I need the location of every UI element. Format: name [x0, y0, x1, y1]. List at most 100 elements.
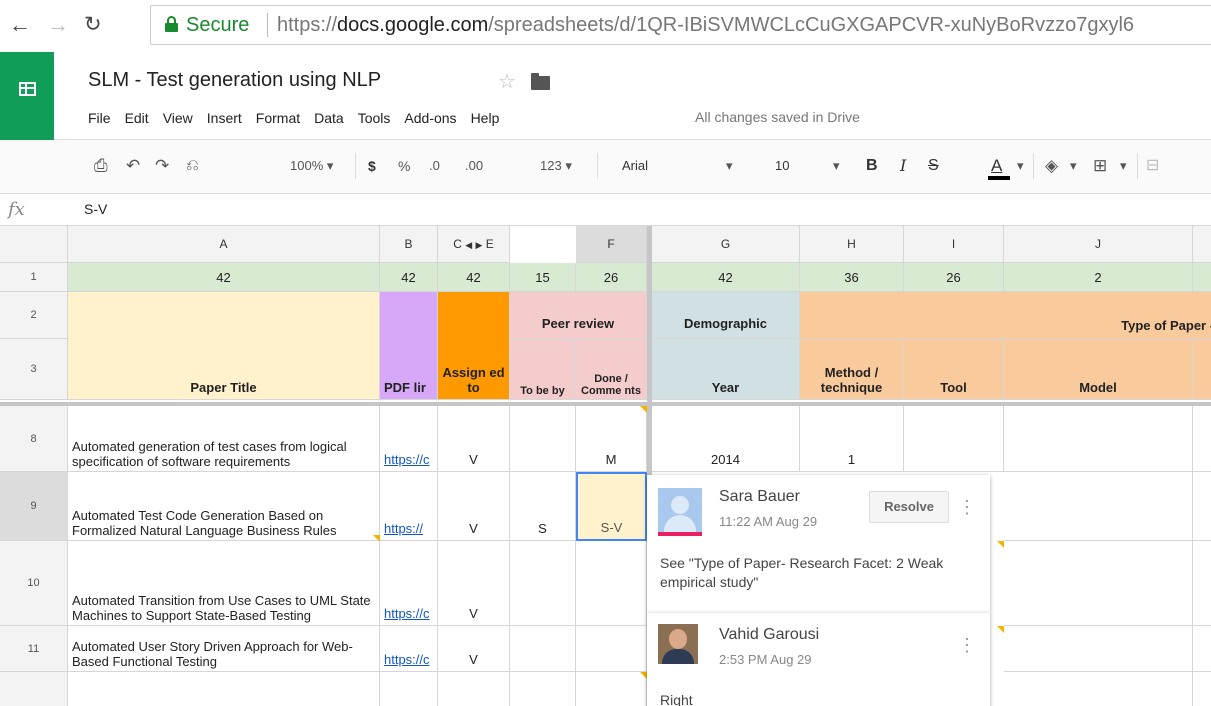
chevron-down-icon[interactable]: ▾ [1120, 157, 1127, 175]
cell-empty[interactable] [510, 672, 576, 706]
column-header-c[interactable]: C ◀ ▶ E [438, 226, 510, 263]
cell-a1[interactable]: 42 [68, 263, 380, 292]
cell-i1[interactable]: 26 [904, 263, 1004, 292]
cell-empty[interactable] [1193, 672, 1211, 706]
chevron-down-icon[interactable]: ▾ [1070, 157, 1077, 175]
cell-c1[interactable]: 42 [438, 263, 510, 292]
cell-k[interactable] [1193, 626, 1211, 672]
url-field[interactable]: Secure https://docs.google.com/spreadshe… [150, 5, 1211, 45]
back-arrow-icon[interactable]: ← [9, 14, 31, 36]
cell-done[interactable]: M [576, 406, 647, 472]
menu-insert[interactable]: Insert [207, 110, 242, 126]
chevron-down-icon[interactable]: ▾ [833, 157, 840, 175]
strikethrough-button[interactable]: S [928, 157, 939, 175]
pdf-link[interactable]: https://c [384, 452, 430, 467]
document-title[interactable]: SLM - Test generation using NLP [88, 69, 381, 92]
undo-icon[interactable]: ↶ [126, 157, 140, 175]
column-header-j[interactable]: J [1004, 226, 1193, 263]
menu-addons[interactable]: Add-ons [404, 110, 456, 126]
cell-paper-title[interactable]: Automated User Story Driven Approach for… [68, 626, 380, 672]
cell-h1[interactable]: 36 [800, 263, 904, 292]
cell-model[interactable] [1004, 406, 1193, 472]
cell-year[interactable]: 2014 [652, 406, 800, 472]
cell-paper-title[interactable]: Automated Test Code Generation Based on … [68, 472, 380, 541]
menu-format[interactable]: Format [256, 110, 300, 126]
cell-pdf-link[interactable]: https://c [380, 406, 438, 472]
menu-edit[interactable]: Edit [125, 110, 149, 126]
column-header-f[interactable]: F [576, 226, 647, 263]
fill-color-icon[interactable]: ◈ [1045, 157, 1058, 175]
font-size-select[interactable]: 10 [775, 157, 789, 175]
font-family-select[interactable]: Arial [622, 157, 648, 175]
sheets-logo-icon[interactable] [0, 52, 54, 140]
column-header-a[interactable]: A [68, 226, 380, 263]
menu-view[interactable]: View [163, 110, 193, 126]
url-text[interactable]: https://docs.google.com/spreadsheets/d/1… [277, 14, 1134, 37]
cell-model[interactable] [1004, 472, 1193, 541]
chevron-down-icon[interactable]: ▾ [726, 157, 733, 175]
row-header-1[interactable]: 1 [0, 263, 68, 292]
header-to-be-by[interactable]: To be by [510, 339, 576, 400]
more-options-icon[interactable]: ⋮ [958, 636, 976, 654]
row-header-3[interactable]: 3 [0, 339, 68, 400]
cell-empty[interactable] [438, 672, 510, 706]
selected-cell-done[interactable]: S-V [576, 472, 647, 541]
column-header-k[interactable] [1193, 226, 1211, 263]
cell-assigned[interactable]: V [438, 472, 510, 541]
comment-card-sara[interactable]: Sara Bauer 11:22 AM Aug 29 Resolve ⋮ See… [647, 475, 990, 613]
cell-method[interactable]: 1 [800, 406, 904, 472]
header-pdf-link[interactable]: PDF lir [380, 292, 438, 400]
header-peer-review[interactable]: Peer review [510, 292, 647, 339]
cell-assigned[interactable]: V [438, 406, 510, 472]
cell-k[interactable] [1193, 541, 1211, 626]
reload-icon[interactable]: ↻ [84, 14, 102, 36]
currency-button[interactable]: $ [368, 157, 376, 175]
hidden-columns-left-arrow-icon[interactable]: ◀ [465, 240, 472, 250]
cell-f1[interactable]: 26 [576, 263, 647, 292]
cell-done[interactable] [576, 626, 647, 672]
cell-to-be-by[interactable]: S [510, 472, 576, 541]
cell-g1[interactable]: 42 [652, 263, 800, 292]
cell-tool[interactable] [904, 406, 1004, 472]
menu-data[interactable]: Data [314, 110, 344, 126]
row-header-8[interactable]: 8 [0, 406, 68, 472]
bold-button[interactable]: B [866, 157, 878, 175]
save-status[interactable]: All changes saved in Drive [695, 109, 860, 125]
folder-icon[interactable] [531, 73, 550, 90]
row-header-12[interactable] [0, 672, 68, 706]
column-header-i[interactable]: I [904, 226, 1004, 263]
header-assigned-to[interactable]: Assign ed to [438, 292, 510, 400]
merge-cells-icon[interactable]: ⊟ [1146, 157, 1159, 175]
decrease-decimal-button[interactable]: .0 [429, 157, 440, 175]
cell-paper-title[interactable]: Automated Transition from Use Cases to U… [68, 541, 380, 626]
percent-button[interactable]: % [398, 157, 410, 175]
cell-done[interactable] [576, 541, 647, 626]
increase-decimal-button[interactable]: .00 [465, 157, 483, 175]
more-options-icon[interactable]: ⋮ [958, 498, 976, 516]
cell-k[interactable] [1193, 472, 1211, 541]
redo-icon[interactable]: ↷ [155, 157, 169, 175]
menu-file[interactable]: File [88, 110, 111, 126]
column-header-h[interactable]: H [800, 226, 904, 263]
header-done-comments[interactable]: Done / Comme nts [576, 339, 647, 400]
formula-input[interactable]: S-V [84, 201, 107, 217]
column-header-b[interactable]: B [380, 226, 438, 263]
row-header-2[interactable]: 2 [0, 292, 68, 339]
row-header-10[interactable]: 10 [0, 541, 68, 626]
column-header-g[interactable]: G [652, 226, 800, 263]
header-demographic[interactable]: Demographic [652, 292, 800, 339]
cell-model[interactable] [1004, 626, 1193, 672]
pdf-link[interactable]: https://c [384, 606, 430, 621]
zoom-select[interactable]: 100% ▾ [290, 157, 333, 175]
paint-format-icon[interactable]: ⎌ [186, 157, 199, 175]
cell-model[interactable] [1004, 541, 1193, 626]
hidden-columns-right-arrow-icon[interactable]: ▶ [476, 240, 483, 250]
cell-to-be-by[interactable] [510, 406, 576, 472]
cell-empty[interactable] [380, 672, 438, 706]
cell-to-be-by[interactable] [510, 626, 576, 672]
italic-button[interactable]: I [900, 157, 906, 175]
chevron-down-icon[interactable]: ▾ [1017, 157, 1024, 175]
star-icon[interactable]: ☆ [498, 69, 516, 94]
cell-assigned[interactable]: V [438, 626, 510, 672]
cell-paper-title[interactable]: Automated generation of test cases from … [68, 406, 380, 472]
